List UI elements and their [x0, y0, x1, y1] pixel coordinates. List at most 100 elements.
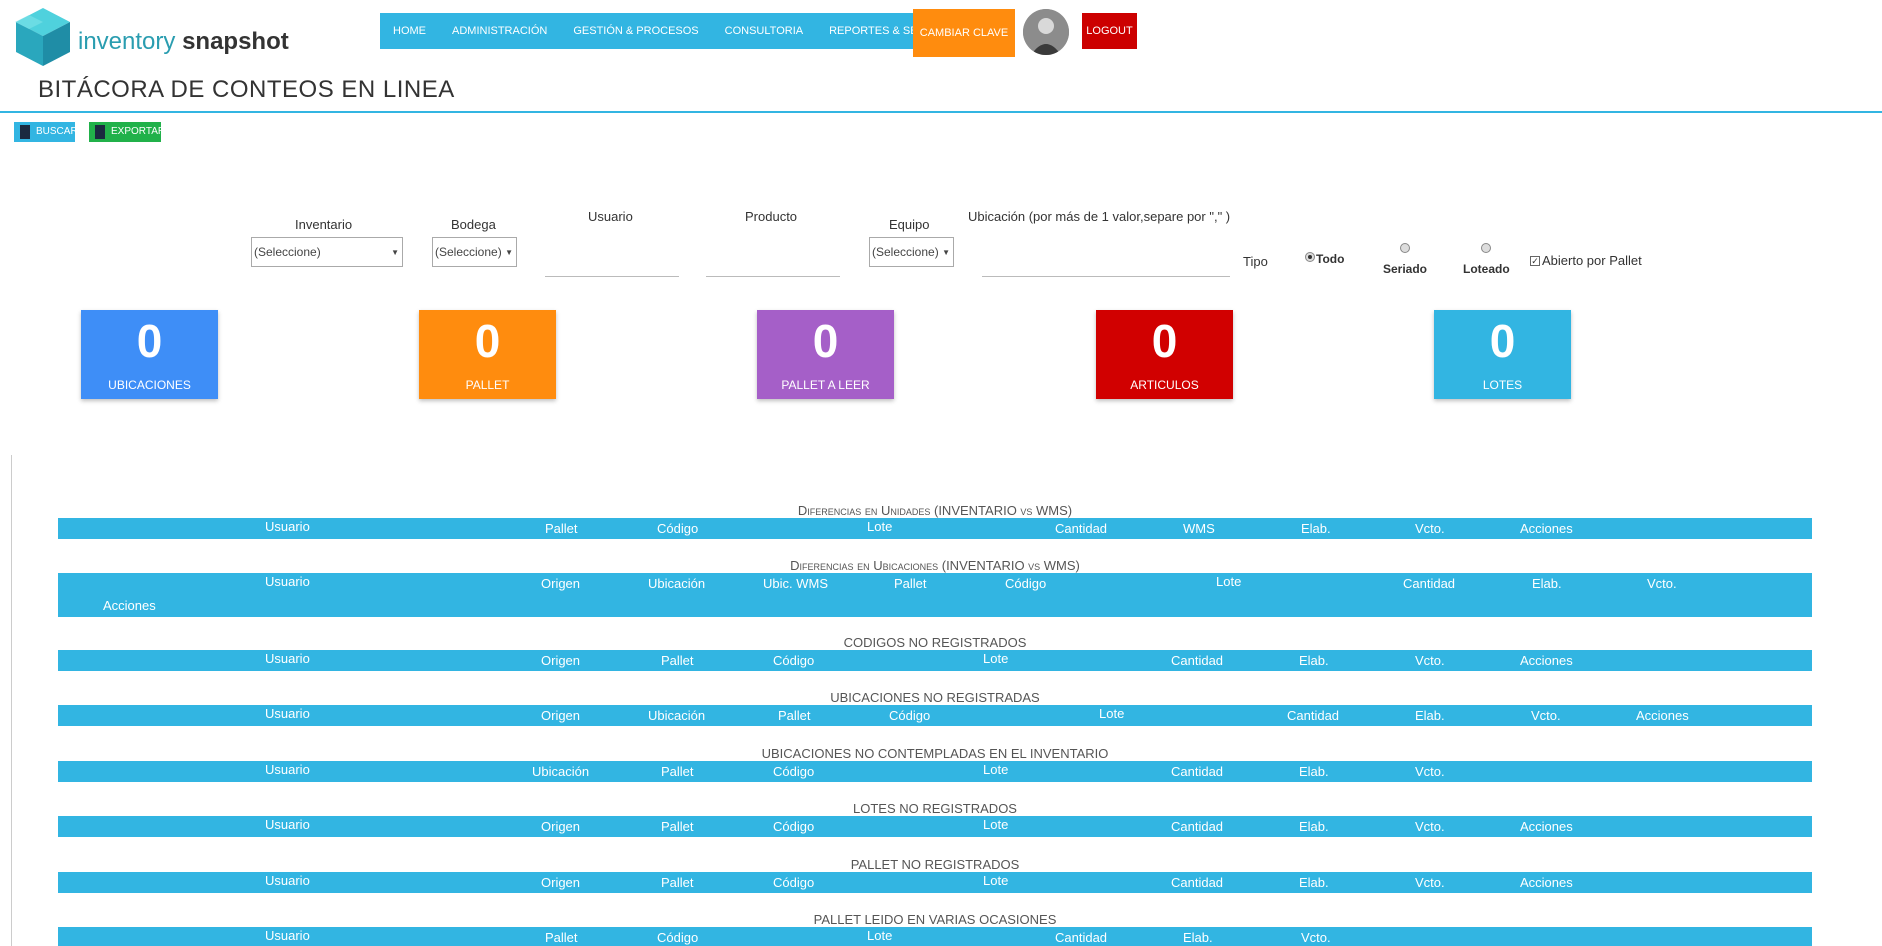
col-header[interactable]: Lote: [1216, 574, 1241, 589]
col-header[interactable]: Origen: [541, 875, 580, 890]
section-title-codigos-no-registrados: CODIGOS NO REGISTRADOS: [843, 635, 1027, 650]
col-header[interactable]: Pallet: [661, 875, 694, 890]
col-header[interactable]: Acciones: [1520, 653, 1573, 668]
col-header[interactable]: WMS: [1183, 521, 1215, 536]
bodega-select[interactable]: (Seleccione) ▼: [432, 237, 517, 267]
col-header[interactable]: Lote: [867, 928, 892, 943]
col-header[interactable]: Código: [657, 521, 698, 536]
producto-input[interactable]: [706, 276, 840, 277]
col-header[interactable]: Usuario: [265, 574, 310, 589]
col-header[interactable]: Elab.: [1415, 708, 1445, 723]
col-header[interactable]: Vcto.: [1415, 653, 1445, 668]
col-header[interactable]: Pallet: [661, 653, 694, 668]
nav-home[interactable]: HOME: [380, 13, 439, 49]
col-header[interactable]: Elab.: [1299, 653, 1329, 668]
col-header[interactable]: Lote: [983, 817, 1008, 832]
exportar-button[interactable]: EXPORTAR: [89, 122, 165, 142]
col-header[interactable]: Código: [773, 819, 814, 834]
col-header[interactable]: Elab.: [1299, 819, 1329, 834]
col-header[interactable]: Elab.: [1183, 930, 1213, 945]
logout-button[interactable]: LOGOUT: [1082, 13, 1137, 49]
col-header[interactable]: Elab.: [1299, 764, 1329, 779]
col-header[interactable]: Cantidad: [1171, 875, 1223, 890]
avatar[interactable]: [1023, 9, 1069, 55]
col-header[interactable]: Código: [657, 930, 698, 945]
col-header[interactable]: Cantidad: [1171, 653, 1223, 668]
nav-administracion[interactable]: ADMINISTRACIÓN: [439, 13, 560, 49]
col-header[interactable]: Pallet: [894, 576, 927, 591]
col-header[interactable]: Código: [1005, 576, 1046, 591]
col-header[interactable]: Cantidad: [1171, 819, 1223, 834]
col-header[interactable]: Cantidad: [1055, 930, 1107, 945]
col-header[interactable]: Acciones: [103, 598, 156, 613]
col-header[interactable]: Elab.: [1299, 875, 1329, 890]
inventario-select[interactable]: (Seleccione) ▼: [251, 237, 403, 267]
col-header[interactable]: Cantidad: [1171, 764, 1223, 779]
col-header[interactable]: Vcto.: [1531, 708, 1561, 723]
col-header[interactable]: Acciones: [1520, 521, 1573, 536]
col-header[interactable]: Lote: [867, 519, 892, 534]
col-header[interactable]: Código: [773, 875, 814, 890]
nav-consultoria[interactable]: CONSULTORIA: [712, 13, 816, 49]
col-header[interactable]: Vcto.: [1647, 576, 1677, 591]
chevron-down-icon: ▼: [391, 248, 399, 257]
col-header[interactable]: Lote: [983, 651, 1008, 666]
card-pallet: 0 PALLET: [419, 310, 556, 399]
col-header[interactable]: Lote: [983, 762, 1008, 777]
col-header[interactable]: Origen: [541, 708, 580, 723]
col-header[interactable]: Ubicación: [532, 764, 589, 779]
tipo-seriado-label: Seriado: [1383, 262, 1428, 276]
col-header[interactable]: Vcto.: [1301, 930, 1331, 945]
col-header[interactable]: Usuario: [265, 817, 310, 832]
col-header[interactable]: Origen: [541, 653, 580, 668]
col-header[interactable]: Acciones: [1520, 819, 1573, 834]
col-header[interactable]: Vcto.: [1415, 521, 1445, 536]
col-header[interactable]: Elab.: [1532, 576, 1562, 591]
col-header[interactable]: Código: [773, 653, 814, 668]
tipo-seriado-radio[interactable]: [1400, 243, 1410, 253]
col-header[interactable]: Cantidad: [1287, 708, 1339, 723]
col-header[interactable]: Pallet: [778, 708, 811, 723]
col-header[interactable]: Usuario: [265, 928, 310, 943]
col-header[interactable]: Acciones: [1520, 875, 1573, 890]
logo-cube-icon: [15, 8, 70, 66]
col-header[interactable]: Pallet: [545, 521, 578, 536]
col-header[interactable]: Vcto.: [1415, 819, 1445, 834]
abierto-pallet-checkbox[interactable]: ✓: [1530, 256, 1540, 266]
col-header[interactable]: Código: [889, 708, 930, 723]
col-header[interactable]: Pallet: [661, 764, 694, 779]
buscar-button[interactable]: BUSCAR: [14, 122, 78, 142]
tipo-loteado-radio[interactable]: [1481, 243, 1491, 253]
nav-gestion-procesos[interactable]: GESTIÓN & PROCESOS: [560, 13, 711, 49]
col-header[interactable]: Vcto.: [1415, 875, 1445, 890]
export-file-icon: [95, 125, 105, 139]
col-header[interactable]: Ubic. WMS: [763, 576, 828, 591]
col-header[interactable]: Cantidad: [1403, 576, 1455, 591]
tipo-todo-radio[interactable]: [1305, 252, 1315, 262]
equipo-select[interactable]: (Seleccione) ▼: [869, 237, 954, 267]
cambiar-clave-button[interactable]: CAMBIAR CLAVE: [913, 9, 1015, 57]
col-header[interactable]: Usuario: [265, 762, 310, 777]
col-header[interactable]: Ubicación: [648, 708, 705, 723]
card-ubicaciones: 0 UBICACIONES: [81, 310, 218, 399]
ubicacion-input[interactable]: [982, 276, 1230, 277]
col-header[interactable]: Pallet: [661, 819, 694, 834]
col-header[interactable]: Cantidad: [1055, 521, 1107, 536]
col-header[interactable]: Lote: [1099, 706, 1124, 721]
col-header[interactable]: Usuario: [265, 873, 310, 888]
col-header[interactable]: Usuario: [265, 651, 310, 666]
col-header[interactable]: Origen: [541, 819, 580, 834]
tipo-todo-label: Todo: [1316, 252, 1345, 266]
col-header[interactable]: Ubicación: [648, 576, 705, 591]
col-header[interactable]: Origen: [541, 576, 580, 591]
col-header[interactable]: Vcto.: [1415, 764, 1445, 779]
col-header[interactable]: Lote: [983, 873, 1008, 888]
col-header[interactable]: Elab.: [1301, 521, 1331, 536]
col-header[interactable]: Usuario: [265, 706, 310, 721]
table-header-pallet-leido-varias: Usuario Pallet Código Lote Cantidad Elab…: [58, 927, 1812, 946]
col-header[interactable]: Pallet: [545, 930, 578, 945]
col-header[interactable]: Usuario: [265, 519, 310, 534]
usuario-input[interactable]: [545, 276, 679, 277]
col-header[interactable]: Acciones: [1636, 708, 1689, 723]
col-header[interactable]: Código: [773, 764, 814, 779]
